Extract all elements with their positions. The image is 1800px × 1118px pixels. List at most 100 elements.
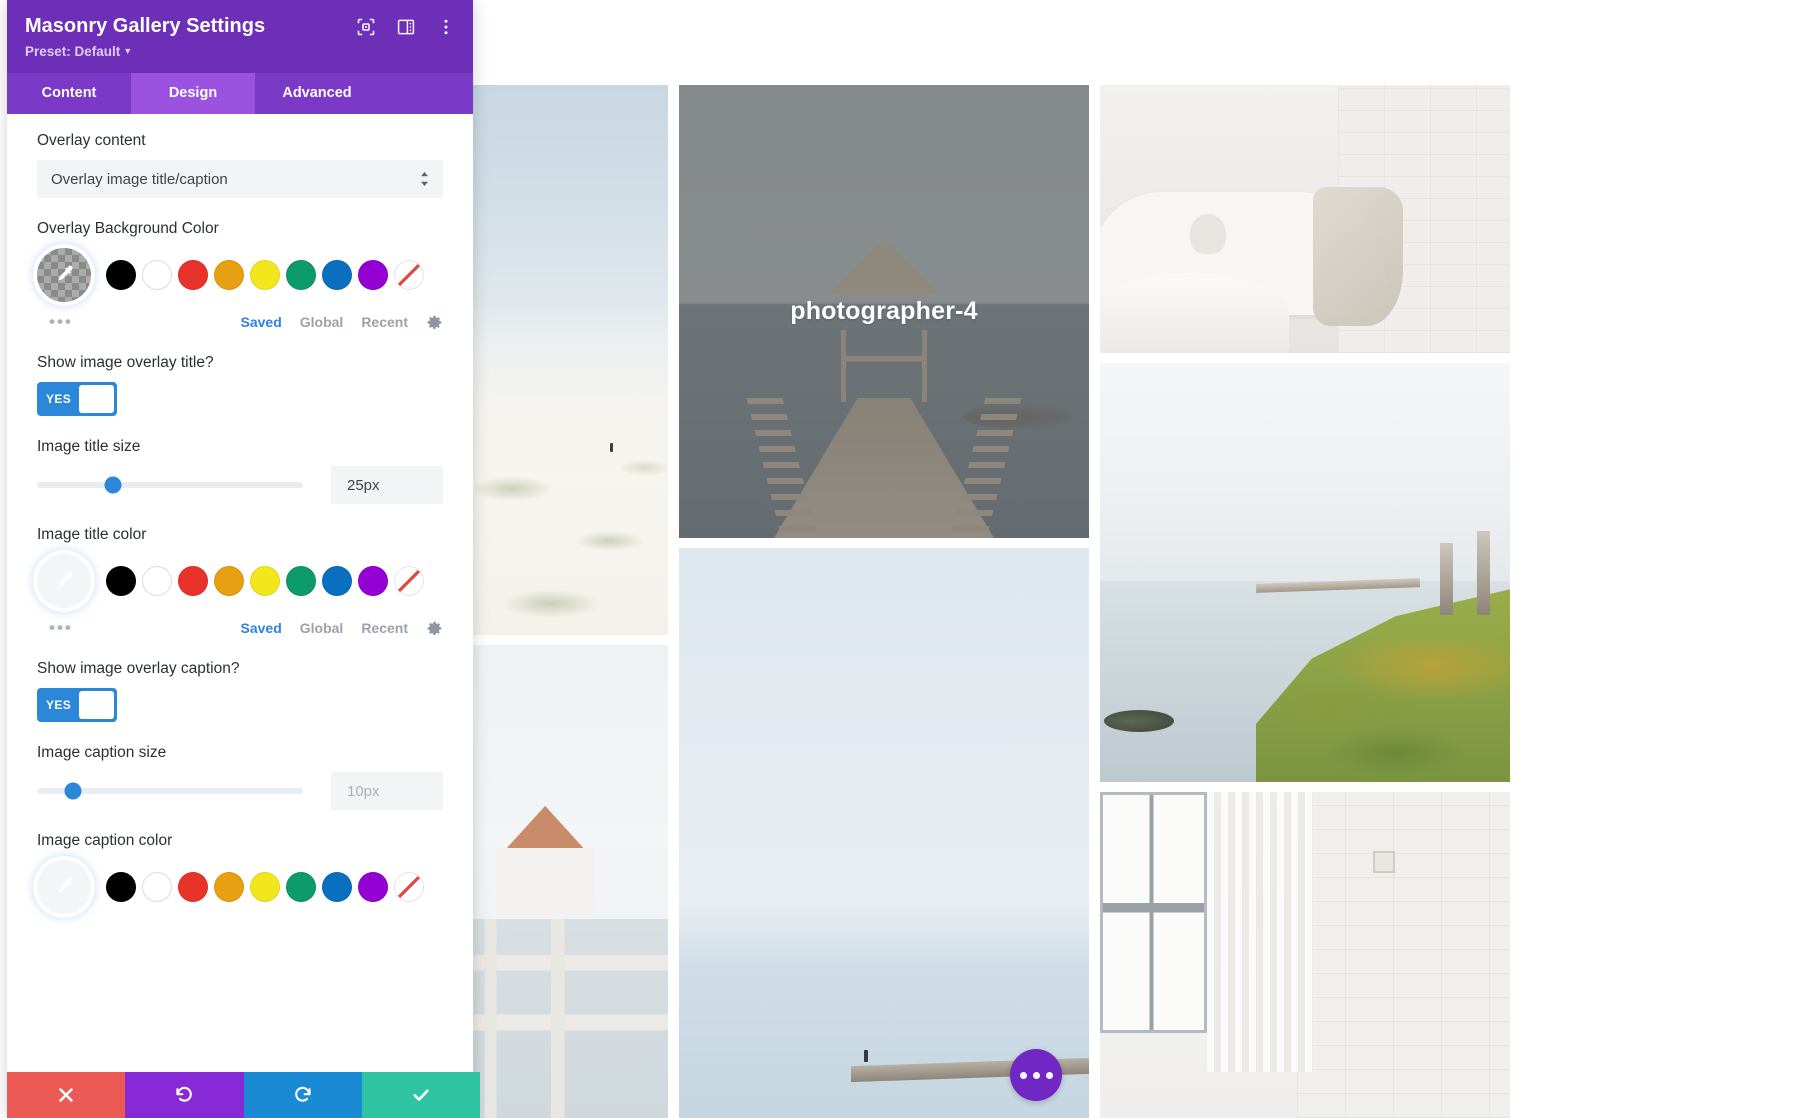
wall-box xyxy=(1373,850,1396,873)
slider-image-caption-size[interactable] xyxy=(37,778,317,804)
redo-button[interactable] xyxy=(243,1072,362,1118)
swatch-white[interactable] xyxy=(142,260,172,290)
label-image-caption-size: Image caption size xyxy=(37,744,167,761)
slider-image-title-size[interactable] xyxy=(37,472,317,498)
panel-header-icons xyxy=(357,14,455,36)
preset-label: Preset: Default xyxy=(25,44,121,59)
swatch-white[interactable] xyxy=(142,872,172,902)
swatch-purple[interactable] xyxy=(358,260,388,290)
layout-columns-icon[interactable] xyxy=(397,18,415,36)
focus-target-icon[interactable] xyxy=(357,18,375,36)
field-show-image-overlay-caption: Show image overlay caption? YES xyxy=(37,660,443,722)
tab-design[interactable]: Design xyxy=(131,73,255,114)
field-image-caption-color: Image caption color xyxy=(37,832,443,914)
more-swatches-icon[interactable]: ••• xyxy=(49,312,73,332)
swatch-none[interactable] xyxy=(394,566,424,596)
value-image-caption-size[interactable]: 10px xyxy=(331,772,443,810)
panel-tabs: Content Design Advanced xyxy=(7,73,473,114)
link-saved[interactable]: Saved xyxy=(241,314,282,330)
active-swatch-transparent[interactable] xyxy=(37,248,91,302)
tab-content[interactable]: Content xyxy=(7,73,131,114)
value-image-title-size[interactable]: 25px xyxy=(331,466,443,504)
eyedropper-icon xyxy=(53,570,75,592)
more-vertical-icon[interactable] xyxy=(437,18,455,36)
active-swatch-white[interactable] xyxy=(37,554,91,608)
swatch-orange[interactable] xyxy=(214,566,244,596)
preset-selector[interactable]: Preset: Default ▼ xyxy=(25,44,455,73)
gear-icon[interactable] xyxy=(426,314,443,331)
coffee-table xyxy=(1100,272,1289,353)
toggle-show-image-overlay-caption[interactable]: YES xyxy=(37,688,117,722)
swatch-purple[interactable] xyxy=(358,872,388,902)
tab-advanced[interactable]: Advanced xyxy=(255,73,379,114)
toggle-show-image-overlay-title[interactable]: YES xyxy=(37,382,117,416)
undo-button[interactable] xyxy=(125,1072,244,1118)
cancel-button[interactable] xyxy=(7,1072,126,1118)
panel-title: Masonry Gallery Settings xyxy=(25,15,266,37)
link-recent[interactable]: Recent xyxy=(361,620,408,636)
save-button[interactable] xyxy=(361,1072,480,1118)
label-image-caption-color: Image caption color xyxy=(37,832,173,849)
more-options-button[interactable] xyxy=(1010,1049,1062,1101)
swatch-green[interactable] xyxy=(286,566,316,596)
swatch-green[interactable] xyxy=(286,872,316,902)
more-swatches-icon[interactable]: ••• xyxy=(49,618,73,638)
chevron-down-icon: ▼ xyxy=(123,46,133,56)
image-overlay[interactable]: photographer-4 xyxy=(679,85,1089,538)
swatch-red[interactable] xyxy=(178,566,208,596)
swatch-none[interactable] xyxy=(394,260,424,290)
panel-scrollbar-track[interactable] xyxy=(470,156,473,986)
gallery-tile-house[interactable] xyxy=(473,645,668,1118)
label-overlay-background-color: Overlay Background Color xyxy=(37,220,219,237)
active-swatch-white[interactable] xyxy=(37,860,91,914)
swatch-black[interactable] xyxy=(106,566,136,596)
link-global[interactable]: Global xyxy=(300,314,344,330)
gear-icon[interactable] xyxy=(426,620,443,637)
gallery-tile-cliff[interactable] xyxy=(1100,363,1510,782)
swatch-red[interactable] xyxy=(178,872,208,902)
link-global[interactable]: Global xyxy=(300,620,344,636)
eyedropper-icon xyxy=(53,876,75,898)
swatch-orange[interactable] xyxy=(214,260,244,290)
panel-body: Overlay content Overlay image title/capt… xyxy=(7,114,473,1118)
swatch-yellow[interactable] xyxy=(250,872,280,902)
image-overlay-title: photographer-4 xyxy=(790,297,978,325)
dot-1 xyxy=(1019,1071,1027,1079)
swatch-yellow[interactable] xyxy=(250,566,280,596)
overlay-content-select[interactable]: Overlay image title/caption xyxy=(37,160,443,198)
sand-image xyxy=(473,85,668,635)
picker-links: Saved Global Recent xyxy=(241,620,444,637)
window-frame xyxy=(1100,792,1207,1034)
field-image-title-color: Image title color ••• Saved Global Recen… xyxy=(37,526,443,638)
field-image-title-size: Image title size 25px xyxy=(37,438,443,504)
house-wall xyxy=(496,848,594,915)
gallery-tile-sofa[interactable] xyxy=(1100,85,1510,353)
field-show-image-overlay-title: Show image overlay title? YES xyxy=(37,354,443,416)
swatch-yellow[interactable] xyxy=(250,260,280,290)
swatch-black[interactable] xyxy=(106,872,136,902)
sea-image xyxy=(679,548,1089,1118)
gallery-tile-sea[interactable] xyxy=(679,548,1089,1118)
swatch-none[interactable] xyxy=(394,872,424,902)
link-recent[interactable]: Recent xyxy=(361,314,408,330)
swatch-red[interactable] xyxy=(178,260,208,290)
swatch-green[interactable] xyxy=(286,260,316,290)
swatch-orange[interactable] xyxy=(214,872,244,902)
gallery-tile-window[interactable] xyxy=(1100,792,1510,1118)
swatch-purple[interactable] xyxy=(358,566,388,596)
picker-links: Saved Global Recent xyxy=(241,314,444,331)
swatch-blue[interactable] xyxy=(322,872,352,902)
slider-knob[interactable] xyxy=(64,782,82,800)
eyedropper-icon xyxy=(53,264,75,286)
slider-knob[interactable] xyxy=(104,476,122,494)
throw-blanket xyxy=(1313,186,1404,327)
sand-figure xyxy=(609,442,613,452)
link-saved[interactable]: Saved xyxy=(241,620,282,636)
swatch-white[interactable] xyxy=(142,566,172,596)
swatch-black[interactable] xyxy=(106,260,136,290)
label-image-title-size: Image title size xyxy=(37,438,141,455)
gallery-tile-pier[interactable]: photographer-4 xyxy=(679,85,1089,538)
swatch-blue[interactable] xyxy=(322,566,352,596)
gallery-tile-sand[interactable] xyxy=(473,85,668,635)
swatch-blue[interactable] xyxy=(322,260,352,290)
